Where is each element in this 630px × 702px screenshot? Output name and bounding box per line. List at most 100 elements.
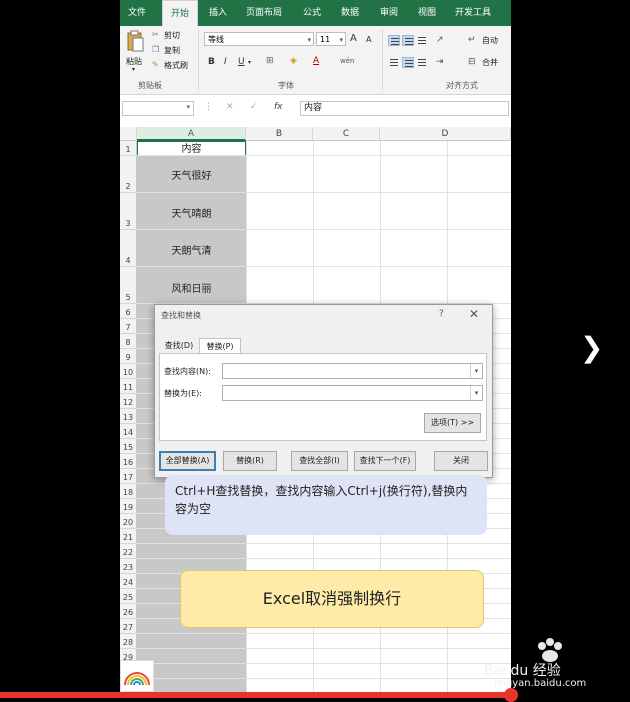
- copy-button[interactable]: 复制: [164, 45, 180, 56]
- close-icon[interactable]: ✕: [469, 307, 479, 321]
- tab-home[interactable]: 开始: [162, 0, 198, 27]
- cancel-icon[interactable]: ✕: [226, 102, 234, 112]
- tab-review[interactable]: 审阅: [372, 0, 406, 26]
- row-header-25[interactable]: 25: [120, 589, 137, 604]
- font-name-select[interactable]: 等线 ▾: [204, 32, 314, 46]
- font-color-icon[interactable]: A: [313, 55, 319, 67]
- indent-icon[interactable]: ⇥: [436, 56, 444, 68]
- wrap-text-button[interactable]: 自动: [482, 35, 498, 46]
- row-header-22[interactable]: 22: [120, 544, 137, 559]
- orientation-icon[interactable]: ↗: [436, 34, 444, 46]
- row-header-3[interactable]: 3: [120, 193, 137, 230]
- row-header-10[interactable]: 10: [120, 364, 137, 379]
- help-icon[interactable]: ?: [439, 309, 444, 319]
- next-arrow-icon[interactable]: ❯: [580, 330, 603, 366]
- tab-find[interactable]: 查找(D): [161, 338, 197, 353]
- tab-view[interactable]: 视图: [410, 0, 444, 26]
- row-header-23[interactable]: 23: [120, 559, 137, 574]
- find-next-button[interactable]: 查找下一个(F): [354, 451, 416, 471]
- cell-a5[interactable]: 风和日丽: [137, 280, 246, 295]
- insert-function-icon[interactable]: fx: [274, 102, 283, 112]
- row-number: 3: [125, 219, 131, 228]
- align-center-icon[interactable]: [402, 57, 414, 68]
- tab-replace[interactable]: 替换(P): [199, 338, 241, 353]
- align-right-icon[interactable]: [416, 57, 428, 68]
- group-divider: [198, 30, 199, 90]
- row-header-8[interactable]: 8: [120, 334, 137, 349]
- column-header-a[interactable]: A: [137, 127, 246, 141]
- row-header-1[interactable]: 1: [120, 141, 137, 156]
- close-button[interactable]: 关闭: [434, 451, 488, 471]
- enter-icon[interactable]: ✓: [250, 102, 258, 112]
- row-header-4[interactable]: 4: [120, 230, 137, 267]
- shrink-font-button[interactable]: A: [366, 34, 371, 46]
- column-header-b[interactable]: B: [246, 127, 313, 141]
- formula-input[interactable]: 内容: [300, 101, 509, 116]
- row-header-20[interactable]: 20: [120, 514, 137, 529]
- row-header-27[interactable]: 27: [120, 619, 137, 634]
- paste-button[interactable]: 粘贴 ▾: [124, 30, 146, 74]
- align-bottom-icon[interactable]: [416, 35, 428, 46]
- row-header-28[interactable]: 28: [120, 634, 137, 649]
- tab-data[interactable]: 数据: [334, 0, 366, 26]
- merge-button[interactable]: 合并: [482, 57, 498, 68]
- column-header-d[interactable]: D: [380, 127, 511, 141]
- row-header-13[interactable]: 13: [120, 409, 137, 424]
- ribbon-home: 粘贴 ▾ ✂ 剪切 ❐ 复制 ✎ 格式刷 剪贴板 等线 ▾ 11 ▾ A A B…: [120, 26, 511, 95]
- row-header-15[interactable]: 15: [120, 439, 137, 454]
- row-header-5[interactable]: 5: [120, 267, 137, 304]
- fill-color-icon[interactable]: ◈: [290, 55, 297, 67]
- grow-font-button[interactable]: A: [350, 33, 357, 45]
- row-header-9[interactable]: 9: [120, 349, 137, 364]
- tab-file[interactable]: 文件: [120, 0, 154, 26]
- replace-input[interactable]: ▾: [222, 385, 483, 401]
- border-icon[interactable]: ⊞: [266, 55, 274, 67]
- row-header-26[interactable]: 26: [120, 604, 137, 619]
- underline-button[interactable]: U: [238, 56, 245, 68]
- tab-formulas[interactable]: 公式: [294, 0, 330, 26]
- row-header-18[interactable]: 18: [120, 484, 137, 499]
- row-number: 24: [122, 578, 134, 587]
- replace-button[interactable]: 替换(R): [223, 451, 277, 471]
- row-header-7[interactable]: 7: [120, 319, 137, 334]
- align-left-icon[interactable]: [388, 57, 400, 68]
- find-all-button[interactable]: 查找全部(I): [291, 451, 348, 471]
- video-progress-bar[interactable]: [0, 692, 512, 698]
- column-header-c[interactable]: C: [313, 127, 380, 141]
- cut-button[interactable]: 剪切: [164, 30, 180, 41]
- progress-handle[interactable]: [504, 688, 518, 702]
- row-header-16[interactable]: 16: [120, 454, 137, 469]
- row-header-19[interactable]: 19: [120, 499, 137, 514]
- format-painter-button[interactable]: 格式刷: [164, 60, 188, 71]
- row-header-12[interactable]: 12: [120, 394, 137, 409]
- cell-a1[interactable]: 内容: [137, 141, 246, 156]
- clipboard-group-label: 剪贴板: [138, 81, 162, 90]
- tab-developer[interactable]: 开发工具: [448, 0, 498, 26]
- row-header-14[interactable]: 14: [120, 424, 137, 439]
- tab-page-layout[interactable]: 页面布局: [240, 0, 288, 26]
- replace-all-button[interactable]: 全部替换(A): [159, 451, 216, 471]
- cell-a2[interactable]: 天气很好: [137, 167, 246, 182]
- grid-line: [137, 543, 511, 544]
- tab-insert[interactable]: 插入: [202, 0, 234, 26]
- align-middle-icon[interactable]: [402, 35, 414, 46]
- options-button[interactable]: 选项(T) >>: [424, 413, 481, 433]
- cell-a4[interactable]: 天朗气清: [137, 242, 246, 257]
- font-size-select[interactable]: 11 ▾: [316, 32, 346, 46]
- row-header-2[interactable]: 2: [120, 156, 137, 193]
- cell-a3[interactable]: 天气晴朗: [137, 205, 246, 220]
- row-header-11[interactable]: 11: [120, 379, 137, 394]
- find-input[interactable]: ▾: [222, 363, 483, 379]
- align-top-icon[interactable]: [388, 35, 400, 46]
- row-header-24[interactable]: 24: [120, 574, 137, 589]
- select-all-corner[interactable]: [120, 127, 137, 141]
- row-header-21[interactable]: 21: [120, 529, 137, 544]
- phonetic-icon[interactable]: wén: [340, 55, 354, 67]
- bold-button[interactable]: B: [208, 56, 215, 68]
- chevron-down-icon[interactable]: ▾: [470, 386, 482, 400]
- italic-button[interactable]: I: [224, 56, 227, 68]
- row-header-6[interactable]: 6: [120, 304, 137, 319]
- name-box[interactable]: ▾: [122, 101, 194, 116]
- row-header-17[interactable]: 17: [120, 469, 137, 484]
- chevron-down-icon[interactable]: ▾: [470, 364, 482, 378]
